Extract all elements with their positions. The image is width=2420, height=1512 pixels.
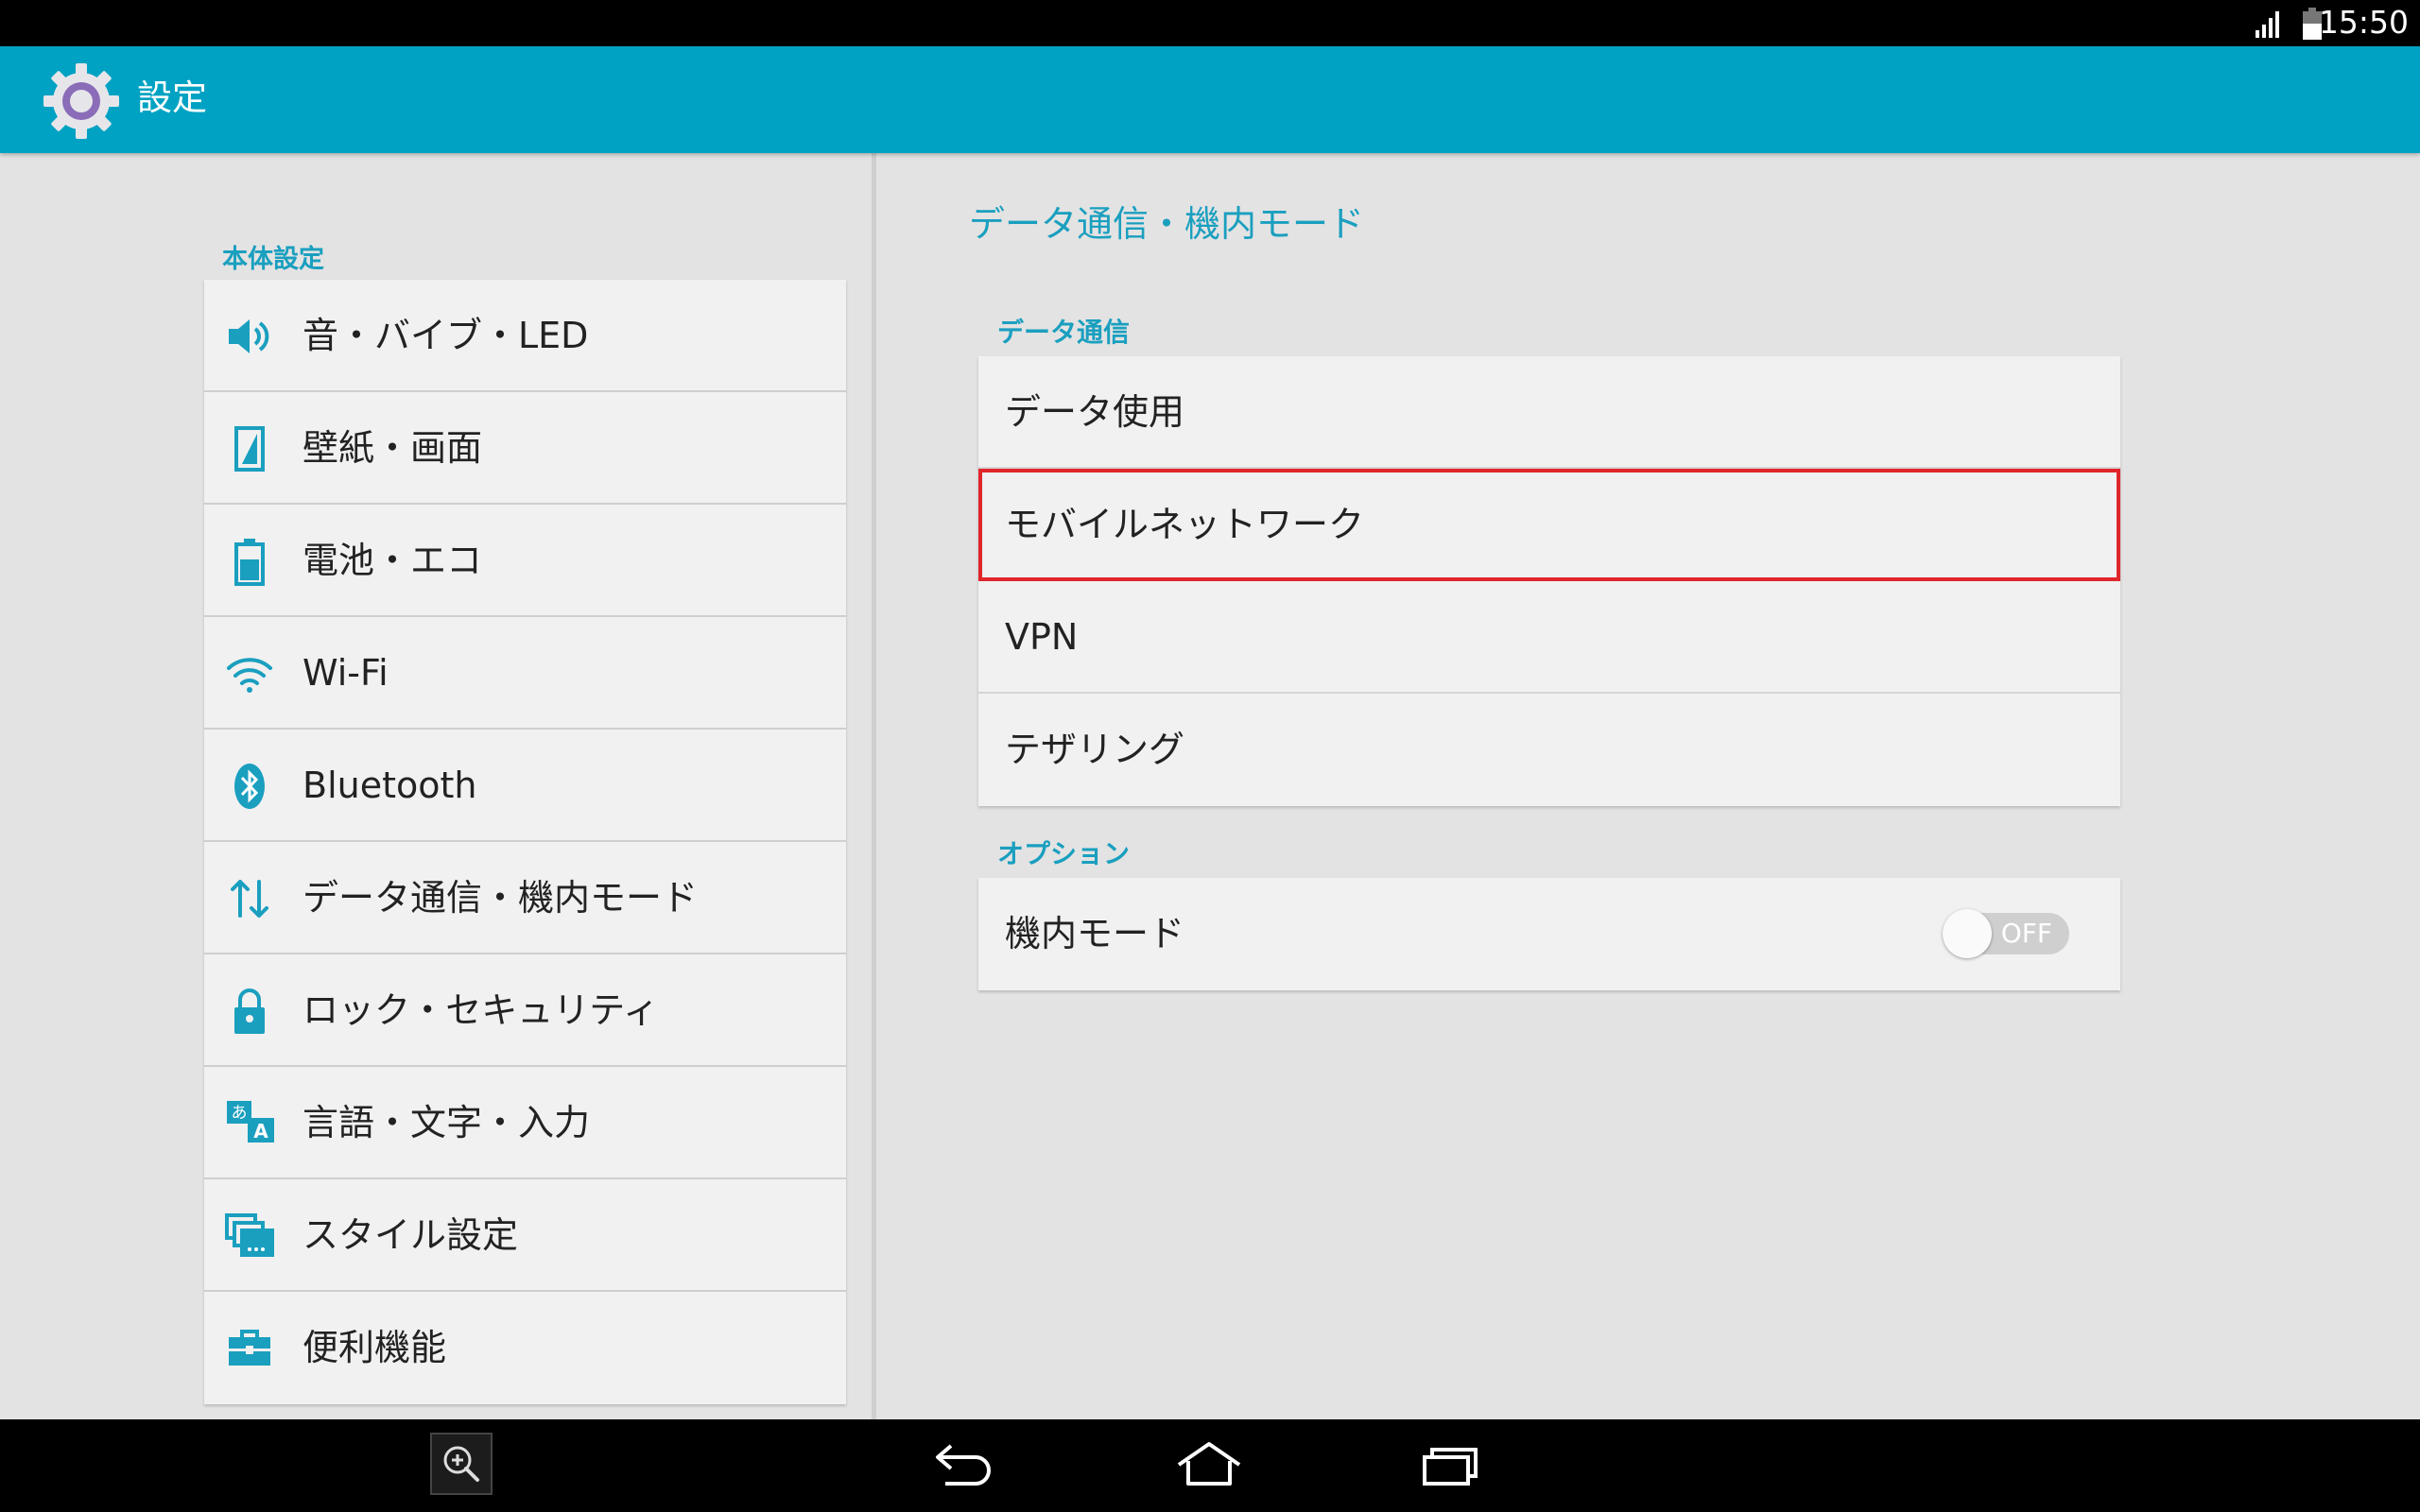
page-title: 設定 — [137, 77, 207, 118]
airplane-mode-label: 機内モード — [1005, 913, 1185, 954]
sidebar-item-bluetooth[interactable]: Bluetooth — [204, 730, 846, 842]
toolbox-icon — [225, 1324, 274, 1373]
data-usage-item[interactable]: データ使用 — [978, 356, 2120, 469]
sidebar-item-battery[interactable]: 電池・エコ — [204, 505, 846, 617]
status-bar: 15:50 — [0, 0, 2420, 46]
toggle-knob — [1943, 909, 1992, 958]
style-icon — [225, 1211, 274, 1261]
mobile-network-label: モバイルネットワーク — [1005, 504, 1365, 545]
wallpaper-icon — [225, 424, 274, 473]
back-icon — [932, 1440, 998, 1491]
back-button[interactable] — [925, 1419, 1006, 1512]
data-usage-label: データ使用 — [1005, 391, 1185, 433]
mobile-network-item[interactable]: モバイルネットワーク — [978, 469, 2120, 581]
sidebar-item-language[interactable]: あ A 言語・文字・入力 — [204, 1067, 846, 1179]
speaker-icon — [225, 312, 274, 361]
sidebar-item-label: 便利機能 — [302, 1327, 447, 1368]
detail-title: データ通信・機内モード — [969, 203, 1365, 245]
sidebar-item-label: データ通信・機内モード — [302, 877, 699, 919]
sidebar-item-wifi[interactable]: Wi-Fi — [204, 617, 846, 730]
settings-gear-icon[interactable] — [40, 60, 123, 143]
zoom-icon — [430, 1433, 493, 1499]
sidebar-item-useful-functions[interactable]: 便利機能 — [204, 1292, 846, 1404]
data-settings-card: データ使用 モバイルネットワーク VPN テザリング — [978, 356, 2120, 806]
sidebar-item-label: 電池・エコ — [302, 540, 483, 581]
action-bar: 設定 — [0, 46, 2420, 153]
section-header-data: データ通信 — [997, 317, 1131, 348]
svg-text:A: A — [253, 1120, 268, 1143]
language-icon: あ A — [225, 1099, 274, 1148]
tethering-label: テザリング — [1005, 729, 1185, 770]
signal-icon — [2254, 9, 2282, 42]
sidebar-item-label: ロック・セキュリティ — [302, 989, 659, 1031]
toggle-state-label: OFF — [2000, 918, 2052, 949]
vpn-item[interactable]: VPN — [978, 581, 2120, 694]
recents-button[interactable] — [1409, 1419, 1494, 1512]
settings-category-list: 本体設定 音・バイブ・LED 壁紙・画面 電池・エコ Wi-Fi Bluetoo… — [0, 153, 872, 1419]
tethering-item[interactable]: テザリング — [978, 694, 2120, 806]
recents-icon — [1421, 1440, 1481, 1491]
sidebar-item-wallpaper[interactable]: 壁紙・画面 — [204, 392, 846, 505]
home-icon — [1175, 1440, 1243, 1491]
sidebar-item-label: 言語・文字・入力 — [302, 1102, 591, 1143]
battery-eco-icon — [225, 537, 274, 586]
clock: 15:50 — [2318, 4, 2409, 41]
sidebar-item-data-airplane[interactable]: データ通信・機内モード — [204, 842, 846, 954]
vpn-label: VPN — [1005, 616, 1079, 658]
sidebar-item-label: 壁紙・画面 — [302, 427, 483, 469]
sidebar-item-lock-security[interactable]: ロック・セキュリティ — [204, 954, 846, 1067]
lock-icon — [225, 987, 274, 1036]
airplane-mode-toggle[interactable]: OFF — [1943, 909, 2069, 958]
sidebar-item-label: 音・バイブ・LED — [302, 315, 589, 356]
navigation-bar — [0, 1419, 2420, 1512]
data-transfer-icon — [225, 874, 274, 923]
options-card: 機内モード OFF — [978, 878, 2120, 990]
sidebar-item-style[interactable]: スタイル設定 — [204, 1179, 846, 1292]
sidebar-item-sound[interactable]: 音・バイブ・LED — [204, 280, 846, 392]
sidebar-item-label: Bluetooth — [302, 765, 477, 806]
svg-text:あ: あ — [232, 1104, 248, 1123]
section-header-device: 本体設定 — [222, 245, 324, 274]
bluetooth-icon — [225, 762, 274, 811]
category-card: 音・バイブ・LED 壁紙・画面 電池・エコ Wi-Fi Bluetooth デー… — [204, 280, 846, 1404]
airplane-mode-item[interactable]: 機内モード OFF — [978, 878, 2120, 990]
wifi-icon — [225, 649, 274, 698]
home-button[interactable] — [1167, 1419, 1252, 1512]
sidebar-item-label: Wi-Fi — [302, 652, 389, 694]
sidebar-item-label: スタイル設定 — [302, 1214, 519, 1256]
section-header-options: オプション — [997, 838, 1131, 869]
zoom-button[interactable] — [430, 1419, 493, 1512]
detail-pane: データ通信・機内モード データ通信 データ使用 モバイルネットワーク VPN テ… — [876, 153, 2420, 1419]
